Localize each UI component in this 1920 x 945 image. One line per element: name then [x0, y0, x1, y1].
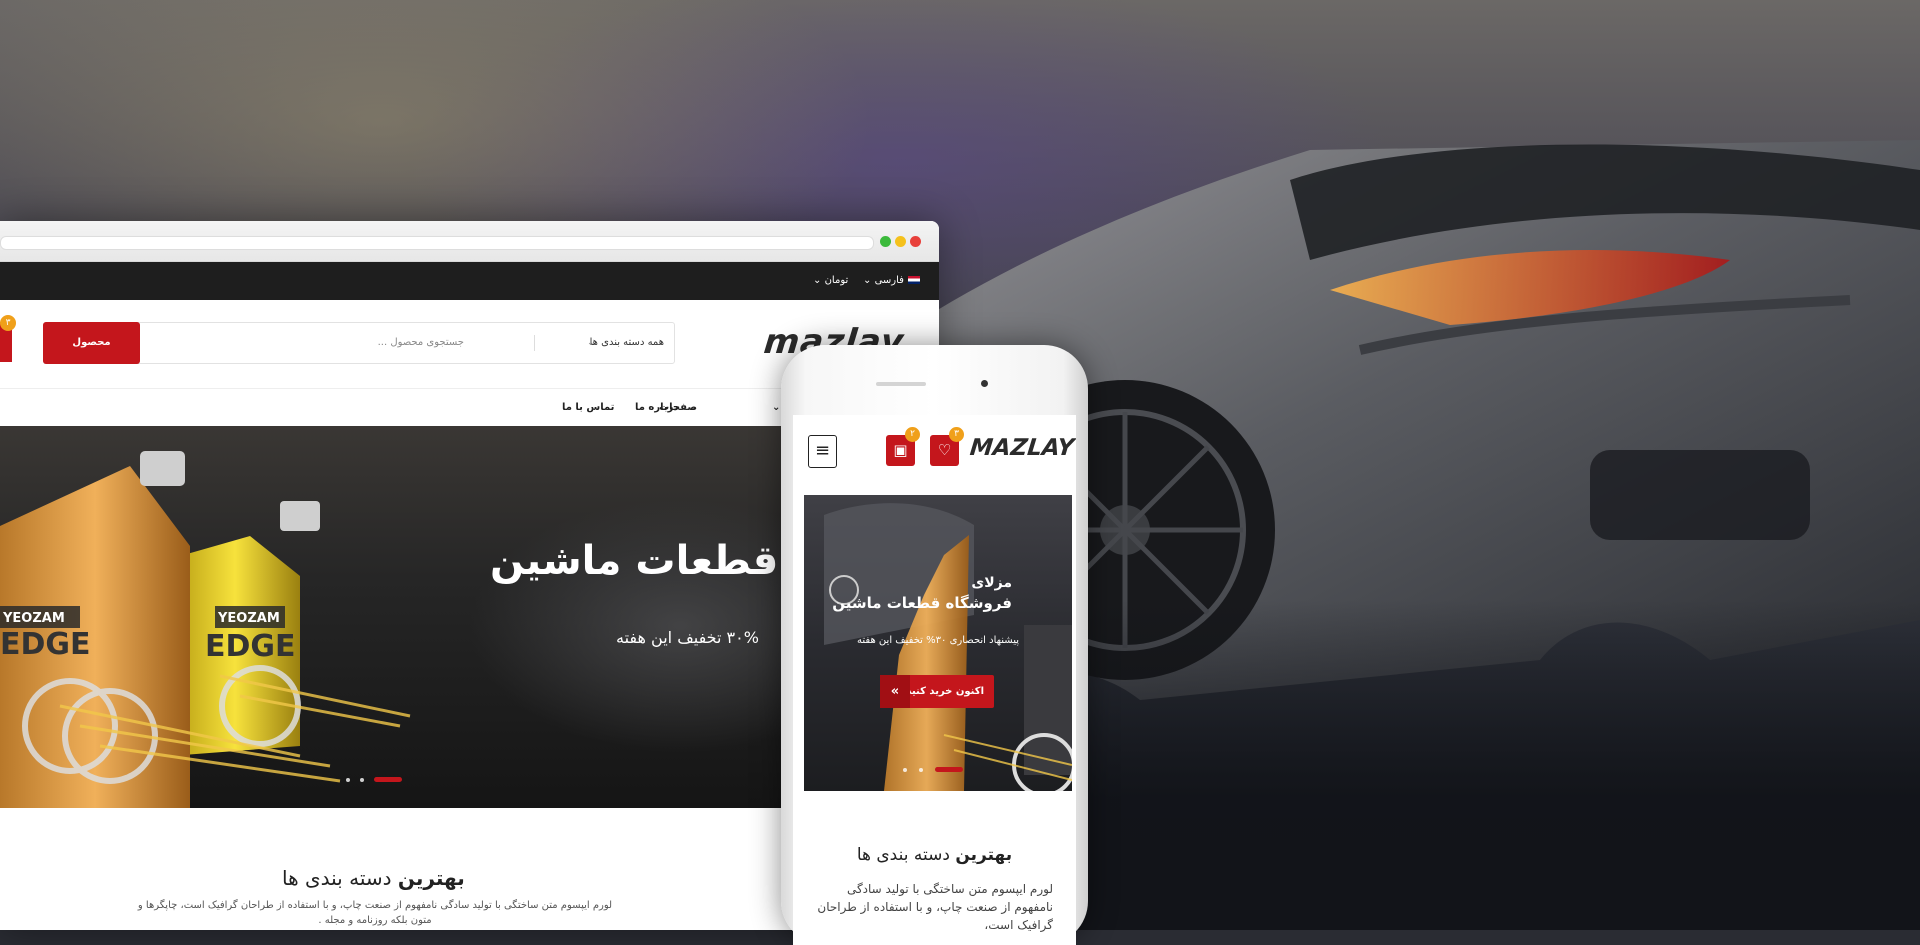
cart-icon: ▣ — [893, 441, 908, 459]
slider-dot[interactable] — [903, 767, 907, 772]
mobile-slider-pagination — [903, 767, 963, 772]
section-title: بهترین دسته بندی ها — [282, 866, 465, 890]
slider-pagination — [346, 777, 402, 782]
bottle-label: YEOZAM — [2, 611, 65, 626]
language-label: فارسی — [874, 275, 904, 286]
search-divider — [534, 335, 535, 351]
mobile-hero-line2: فروشگاه قطعات ماشین — [832, 594, 1012, 612]
shop-now-label: اکنون خرید کنید — [906, 686, 984, 697]
mobile-hero-line3: پیشنهاد انحصاری ۳۰% تخفیف این هفته — [857, 635, 1019, 646]
menu-icon: ≡ — [814, 440, 831, 461]
close-button[interactable] — [910, 236, 921, 247]
nav-item-contact[interactable]: تماس با ما — [562, 389, 614, 427]
hero-subtitle: ۳۰% تخفیف این هفته — [616, 628, 759, 647]
chevron-down-icon: ⌄ — [813, 275, 822, 286]
address-bar[interactable] — [0, 236, 874, 250]
double-arrow-icon: » — [880, 675, 910, 708]
mobile-section-description: لورم ایپسوم متن ساختگی با تولید سادگی نا… — [817, 882, 1053, 932]
menu-button[interactable]: ≡ — [808, 435, 837, 468]
heart-icon: ♡ — [937, 441, 952, 459]
wishlist-badge: ۳ — [949, 427, 964, 442]
mobile-cart-badge: ۲ — [905, 427, 920, 442]
oil-bottles-image: YEOZAM EDGE YEOZAM EDGE — [0, 451, 411, 808]
currency-selector[interactable]: تومان ⌄ — [813, 262, 848, 300]
hero-title: ه قطعات ماشین — [490, 538, 816, 584]
maximize-button[interactable] — [880, 236, 891, 247]
section-description: لورم ایپسوم متن ساختگی با تولید سادگی نا… — [137, 900, 613, 926]
section-title-bold: بهترین — [397, 866, 465, 890]
chevron-down-icon: ⌄ — [772, 402, 781, 413]
bottle-brand-text: EDGE — [0, 627, 91, 662]
phone-camera — [981, 380, 988, 387]
shop-now-button[interactable]: اکنون خرید کنید » — [880, 675, 994, 708]
section-title-rest: دسته بندی ها — [282, 866, 398, 890]
slider-dot-active[interactable] — [935, 767, 963, 772]
minimize-button[interactable] — [895, 236, 906, 247]
search-input[interactable]: جستجوی محصول ... — [304, 323, 464, 363]
slider-dot-active[interactable] — [374, 777, 402, 782]
language-selector[interactable]: فارسی ⌄ — [863, 262, 920, 300]
slider-dot[interactable] — [919, 767, 923, 772]
cart-badge: ۳ — [0, 315, 16, 331]
chevron-down-icon: ⌄ — [863, 275, 872, 286]
search-button[interactable]: محصول — [43, 322, 140, 364]
search-bar: محصول جستجوی محصول ... همه دسته بندی ها … — [43, 322, 675, 364]
mobile-hero-line1: مزلای — [971, 575, 1012, 591]
browser-chrome — [0, 221, 939, 262]
slider-dot[interactable] — [360, 777, 364, 782]
bottle-brand-text: EDGE — [205, 629, 296, 664]
bottle-label: YEOZAM — [217, 611, 280, 626]
mobile-section-title-bold: بهترین — [955, 845, 1013, 865]
phone-speaker — [876, 382, 926, 386]
chevron-down-icon: ⌄ — [688, 402, 697, 413]
flag-icon — [907, 276, 920, 284]
mobile-phone-mockup: MAZLAY ♡ ۳ ▣ ۲ ≡ مزلای فروشگاه قطعات ماش… — [781, 345, 1088, 945]
category-select[interactable]: همه دسته بندی ها — [544, 323, 664, 363]
top-bar: فارسی ⌄ تومان ⌄ — [0, 262, 939, 300]
mobile-screen: MAZLAY ♡ ۳ ▣ ۲ ≡ مزلای فروشگاه قطعات ماش… — [793, 415, 1076, 945]
mobile-hero-slider: مزلای فروشگاه قطعات ماشین پیشنهاد انحصار… — [804, 495, 1072, 791]
chevron-down-icon: ⌄ — [587, 338, 595, 348]
window-controls — [880, 236, 921, 247]
mobile-logo[interactable]: MAZLAY — [969, 435, 1076, 461]
currency-label: تومان — [824, 275, 849, 286]
slider-dot[interactable] — [346, 777, 350, 782]
mobile-section-title-rest: دسته بندی ها — [856, 845, 956, 865]
mobile-section-title: بهترین دسته بندی ها — [793, 845, 1076, 865]
